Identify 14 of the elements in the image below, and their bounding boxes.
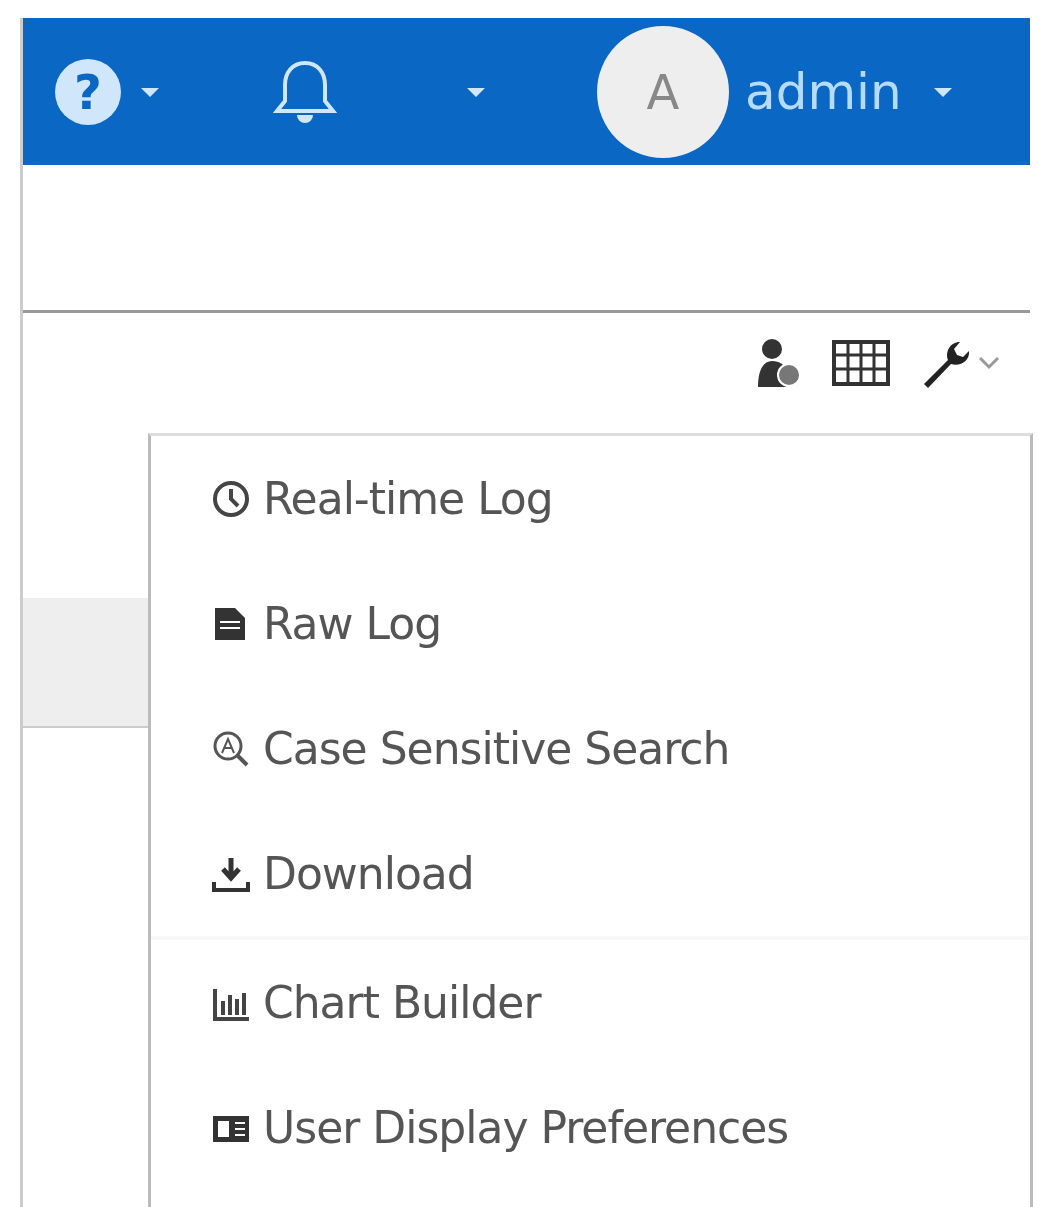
grid-icon[interactable] <box>832 340 890 386</box>
caret-icon[interactable] <box>139 85 161 98</box>
menu-item[interactable]: User Display Preferences <box>263 1094 789 1161</box>
help-icon[interactable]: ? <box>55 58 121 125</box>
caret-icon[interactable] <box>465 85 487 98</box>
clock-icon <box>211 478 251 519</box>
menu-item[interactable]: Raw Log <box>263 590 442 657</box>
menu-item[interactable]: Real-time Log <box>263 465 553 532</box>
chevron-icon[interactable] <box>978 356 1000 370</box>
menu-item[interactable]: Download <box>263 840 474 907</box>
user-name[interactable]: admin <box>745 66 902 117</box>
menu-item[interactable]: Chart Builder <box>263 969 541 1036</box>
user-settings-icon[interactable] <box>756 337 802 389</box>
menu-item[interactable]: Case Sensitive Search <box>263 715 730 782</box>
